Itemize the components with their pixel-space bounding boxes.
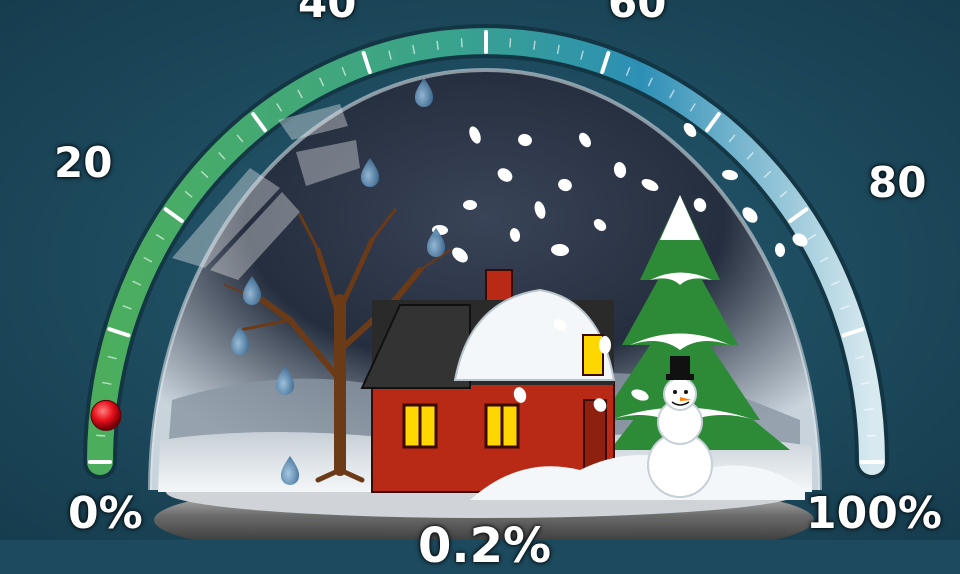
- label-0-percent: 0%: [68, 488, 143, 539]
- snowflake: [463, 200, 477, 210]
- minor-tick: [509, 38, 512, 48]
- minor-tick: [866, 434, 876, 437]
- snow-globe-gauge: [0, 0, 960, 540]
- minor-tick: [436, 40, 439, 51]
- house-icon: [360, 269, 616, 493]
- label-100-percent: 100%: [806, 488, 942, 539]
- minor-tick: [460, 38, 463, 48]
- label-20: 20: [54, 138, 113, 187]
- value-readout: 0.2%: [418, 518, 552, 574]
- indicator-dot-icon: [90, 399, 122, 431]
- minor-tick: [864, 408, 874, 411]
- minor-tick: [533, 40, 536, 51]
- label-80: 80: [868, 158, 927, 207]
- label-40: 40: [298, 0, 357, 27]
- minor-tick: [96, 434, 106, 437]
- label-60: 60: [608, 0, 667, 27]
